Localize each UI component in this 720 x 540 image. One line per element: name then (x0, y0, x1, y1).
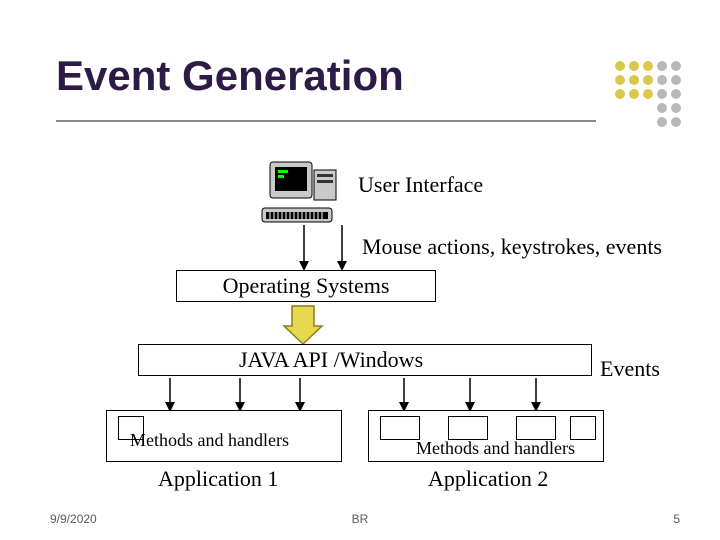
label-events: Events (600, 356, 660, 382)
app2-handler-square-2 (448, 416, 488, 440)
app2-handler-square-1 (380, 416, 420, 440)
computer-icon (260, 160, 350, 235)
title-underline (56, 120, 596, 122)
decorative-dots (612, 58, 692, 138)
label-app2: Application 2 (428, 466, 548, 492)
box-operating-systems: Operating Systems (176, 270, 436, 302)
footer-page-number: 5 (673, 512, 680, 526)
label-app1: Application 1 (158, 466, 278, 492)
footer-center: BR (352, 512, 369, 526)
os-text: Operating Systems (223, 273, 390, 299)
app2-handler-square-3 (516, 416, 556, 440)
label-user-interface: User Interface (358, 172, 483, 198)
arrow-ui-to-os-2 (336, 225, 348, 276)
box-java-api: JAVA API /Windows (138, 344, 592, 376)
app2-handler-square-4 (570, 416, 596, 440)
java-text: JAVA API /Windows (239, 347, 423, 373)
label-mh1: Methods and handlers (130, 430, 289, 451)
label-mouse-actions: Mouse actions, keystrokes, events (362, 234, 662, 260)
arrow-ui-to-os-1 (298, 225, 310, 276)
label-mh2: Methods and handlers (416, 438, 575, 459)
footer-date: 9/9/2020 (50, 512, 97, 526)
slide-title: Event Generation (56, 52, 404, 100)
